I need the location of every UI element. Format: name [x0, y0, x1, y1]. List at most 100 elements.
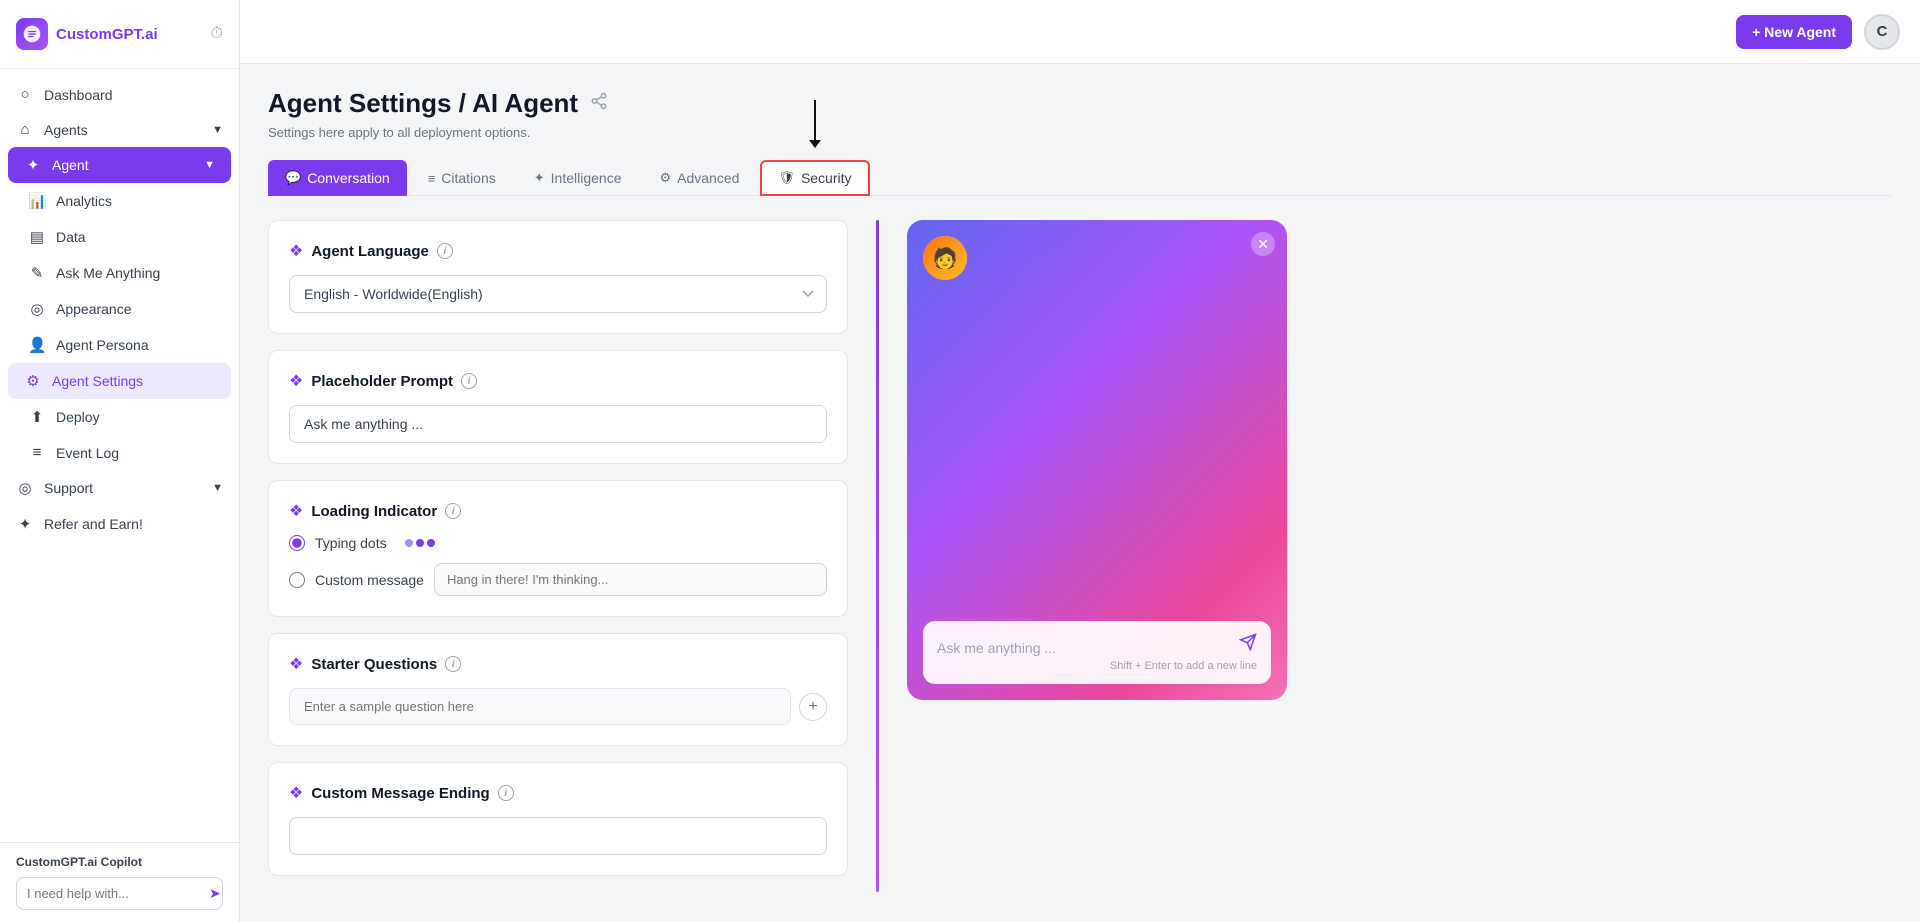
persona-icon: 👤 — [28, 336, 46, 354]
info-icon-starter[interactable]: i — [445, 656, 461, 672]
radio-row-custom-message: Custom message — [289, 563, 827, 596]
sidebar-item-refer-earn[interactable]: ✦ Refer and Earn! — [0, 506, 239, 542]
add-starter-question-button[interactable]: + — [799, 693, 827, 721]
logo-text: CustomGPT.ai — [56, 26, 158, 43]
sidebar-item-data[interactable]: ▤ Data — [12, 219, 239, 255]
new-agent-button[interactable]: + New Agent — [1736, 15, 1852, 49]
share-icon[interactable] — [590, 92, 608, 115]
tab-security-wrapper: 🛡 Security — [760, 160, 869, 195]
user-avatar-button[interactable]: C — [1864, 14, 1900, 50]
event-log-icon: ≡ — [28, 444, 46, 461]
sidebar-item-label: Appearance — [56, 301, 132, 317]
user-initial: C — [1877, 23, 1888, 40]
tab-conversation-label: Conversation — [307, 170, 390, 186]
page-title: Agent Settings / AI Agent — [268, 88, 578, 119]
radio-label-typing-dots: Typing dots — [315, 535, 387, 551]
tab-security[interactable]: 🛡 Security — [760, 160, 869, 196]
sidebar-item-support[interactable]: ◎ Support ▼ — [0, 470, 239, 506]
vertical-divider — [876, 220, 879, 892]
section-title-language: Agent Language — [311, 243, 429, 260]
sidebar-item-label: Refer and Earn! — [44, 516, 143, 532]
tab-citations[interactable]: ≡ Citations — [411, 160, 513, 196]
section-icon-custom-ending: ❖ — [289, 783, 303, 803]
citations-tab-icon: ≡ — [428, 171, 436, 186]
tab-advanced-label: Advanced — [677, 170, 739, 186]
chat-avatar: 🧑 — [923, 236, 967, 280]
copilot-send-icon[interactable]: ➤ — [209, 885, 221, 902]
clock-icon[interactable]: ⏱ — [211, 25, 223, 43]
starter-question-input[interactable] — [289, 688, 791, 725]
data-icon: ▤ — [28, 228, 46, 246]
sidebar-item-label: Agent Settings — [52, 373, 143, 389]
chat-close-button[interactable]: ✕ — [1251, 232, 1275, 256]
analytics-icon: 📊 — [28, 192, 46, 210]
copilot-input[interactable] — [27, 886, 203, 901]
custom-message-input[interactable] — [434, 563, 827, 596]
tab-advanced[interactable]: ⚙ Advanced — [642, 160, 756, 196]
sidebar-item-dashboard[interactable]: ○ Dashboard — [0, 77, 239, 112]
settings-form: ❖ Agent Language i English - Worldwide(E… — [268, 220, 848, 892]
section-title-custom-ending: Custom Message Ending — [311, 785, 489, 802]
sidebar-item-agents[interactable]: ⌂ Agents ▼ — [0, 112, 239, 147]
copilot-label: CustomGPT.ai Copilot — [16, 855, 223, 869]
custom-message-ending-input[interactable] — [289, 817, 827, 855]
tab-citations-label: Citations — [441, 170, 495, 186]
section-header-starter: ❖ Starter Questions i — [289, 654, 827, 674]
arrow-head — [809, 140, 821, 148]
info-icon-loading[interactable]: i — [445, 503, 461, 519]
sidebar-item-deploy[interactable]: ⬆ Deploy — [12, 399, 239, 435]
sidebar-copilot: CustomGPT.ai Copilot ➤ — [0, 842, 239, 922]
radio-label-custom-message: Custom message — [315, 572, 424, 588]
placeholder-prompt-input[interactable] — [289, 405, 827, 443]
sidebar-item-analytics[interactable]: 📊 Analytics — [12, 183, 239, 219]
logo-icon — [16, 18, 48, 50]
chat-preview: ✕ 🧑 Ask me anything ... — [907, 220, 1287, 700]
settings-layout: ❖ Agent Language i English - Worldwide(E… — [268, 220, 1892, 892]
agent-icon: ✦ — [24, 156, 42, 174]
info-icon-custom-ending[interactable]: i — [498, 785, 514, 801]
placeholder-prompt-section: ❖ Placeholder Prompt i — [268, 350, 848, 464]
close-icon: ✕ — [1257, 236, 1269, 253]
tab-conversation[interactable]: 💬 Conversation — [268, 160, 407, 196]
sidebar-item-label: Dashboard — [44, 87, 113, 103]
agent-language-select[interactable]: English - Worldwide(English) — [289, 275, 827, 313]
chat-send-icon[interactable] — [1239, 633, 1257, 656]
sidebar-item-ask-me-anything[interactable]: ✎ Ask Me Anything — [12, 255, 239, 291]
starter-input-row: + — [289, 688, 827, 725]
chat-hint-text: Shift + Enter to add a new line — [937, 660, 1257, 672]
sidebar-item-agent-persona[interactable]: 👤 Agent Persona — [12, 327, 239, 363]
section-icon-starter: ❖ — [289, 654, 303, 674]
sidebar-item-appearance[interactable]: ◎ Appearance — [12, 291, 239, 327]
section-title-starter: Starter Questions — [311, 656, 437, 673]
section-title-placeholder: Placeholder Prompt — [311, 373, 453, 390]
info-icon-placeholder[interactable]: i — [461, 373, 477, 389]
chevron-down-icon: ▼ — [212, 482, 223, 494]
radio-typing-dots[interactable] — [289, 535, 305, 551]
page-subtitle: Settings here apply to all deployment op… — [268, 125, 1892, 140]
settings-icon: ⚙ — [24, 372, 42, 390]
tab-intelligence[interactable]: ✦ Intelligence — [517, 160, 639, 196]
deploy-icon: ⬆ — [28, 408, 46, 426]
page-content: Agent Settings / AI Agent Settings here … — [240, 64, 1920, 922]
sidebar-item-label: Data — [56, 229, 86, 245]
agents-icon: ⌂ — [16, 121, 34, 138]
custom-message-ending-section: ❖ Custom Message Ending i — [268, 762, 848, 876]
page-header: Agent Settings / AI Agent — [268, 88, 1892, 119]
sidebar-logo: CustomGPT.ai ⏱ — [0, 0, 239, 69]
sidebar: CustomGPT.ai ⏱ ○ Dashboard ⌂ Agents ▼ ✦ … — [0, 0, 240, 922]
topbar: + New Agent C — [240, 0, 1920, 64]
sidebar-item-agent[interactable]: ✦ Agent ▼ — [8, 147, 231, 183]
section-header-placeholder: ❖ Placeholder Prompt i — [289, 371, 827, 391]
support-icon: ◎ — [16, 479, 34, 497]
sidebar-item-label: Deploy — [56, 409, 100, 425]
chat-input-area: Ask me anything ... Shift + Enter to add… — [923, 621, 1271, 684]
preview-panel: ✕ 🧑 Ask me anything ... — [907, 220, 1287, 892]
info-icon-language[interactable]: i — [437, 243, 453, 259]
refer-icon: ✦ — [16, 515, 34, 533]
sidebar-item-label: Analytics — [56, 193, 112, 209]
sidebar-item-label: Support — [44, 480, 93, 496]
sidebar-item-event-log[interactable]: ≡ Event Log — [12, 435, 239, 470]
security-tab-icon: 🛡 — [778, 170, 795, 186]
radio-custom-message[interactable] — [289, 572, 305, 588]
sidebar-item-agent-settings[interactable]: ⚙ Agent Settings — [8, 363, 231, 399]
